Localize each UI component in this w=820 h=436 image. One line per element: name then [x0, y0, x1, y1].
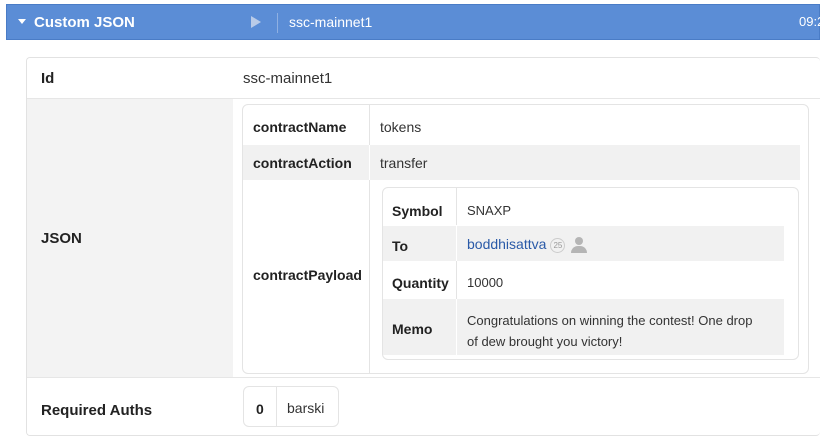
- reputation-badge: 25: [550, 237, 566, 253]
- memo-value: Congratulations on winning the contest! …: [467, 313, 753, 349]
- json-table: contractName tokens contractAction trans…: [242, 104, 809, 374]
- to-value-group: boddhisattva 25: [467, 236, 588, 254]
- contractName-key: contractName: [253, 119, 347, 135]
- contractAction-key: contractAction: [253, 155, 352, 171]
- quantity-key: Quantity: [392, 275, 449, 291]
- operation-id: ssc-mainnet1: [289, 14, 373, 30]
- caret-down-icon[interactable]: [18, 19, 26, 24]
- json-label: JSON: [27, 99, 233, 378]
- payload-table: Symbol SNAXP To boddhisattva 25 Quantity …: [382, 187, 799, 360]
- auth-account: barski: [287, 400, 325, 416]
- contractPayload-key: contractPayload: [253, 267, 362, 283]
- symbol-value: SNAXP: [467, 203, 512, 218]
- auth-table: 0 barski: [243, 386, 339, 427]
- header-divider: [277, 13, 278, 33]
- quantity-value: 10000: [467, 275, 504, 290]
- id-value: ssc-mainnet1: [233, 58, 820, 99]
- json-value: contractName tokens contractAction trans…: [233, 99, 820, 378]
- memo-key: Memo: [392, 321, 433, 337]
- id-label: Id: [27, 58, 233, 99]
- contractAction-value: transfer: [380, 155, 428, 171]
- contractName-value: tokens: [380, 119, 422, 135]
- required-auths-label: Required Auths: [27, 378, 233, 435]
- operation-details-panel: Id ssc-mainnet1 JSON contractName tokens…: [26, 57, 820, 436]
- operation-header[interactable]: Custom JSON ssc-mainnet1 09:28: [6, 4, 820, 40]
- timestamp: 09:28: [799, 14, 820, 29]
- to-key: To: [392, 238, 409, 254]
- auth-index: 0: [256, 401, 264, 417]
- user-icon[interactable]: [571, 237, 588, 254]
- account-link[interactable]: boddhisattva: [467, 236, 546, 252]
- operation-title: Custom JSON: [34, 14, 135, 31]
- required-auths-value: 0 barski: [233, 378, 820, 435]
- play-icon[interactable]: [251, 16, 261, 28]
- symbol-key: Symbol: [392, 203, 443, 219]
